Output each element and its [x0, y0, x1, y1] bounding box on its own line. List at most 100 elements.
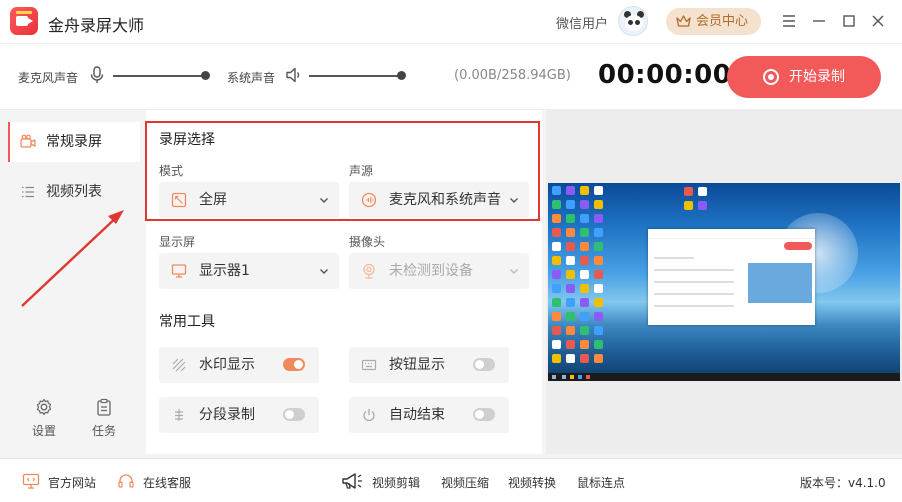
online-support-link[interactable]: 在线客服	[143, 474, 191, 491]
watermark-toggle-card[interactable]: 水印显示	[159, 347, 319, 383]
sidebar-item-label: 常规录屏	[46, 134, 102, 150]
desktop-shortcut-icon	[684, 187, 693, 196]
display-value: 显示器1	[199, 263, 250, 279]
recording-timer: 00:00:00	[598, 60, 732, 90]
system-volume-slider[interactable]	[309, 75, 401, 77]
desktop-shortcut-icon	[698, 201, 707, 210]
system-volume-knob[interactable]	[397, 71, 406, 80]
desktop-shortcut-icon	[594, 270, 603, 279]
auto-stop-toggle-card[interactable]: 自动结束	[349, 397, 509, 433]
desktop-shortcut-icon	[594, 284, 603, 293]
desktop-shortcut-icon	[594, 186, 603, 195]
common-tools-title: 常用工具	[159, 314, 215, 330]
segment-toggle-card[interactable]: 分段录制	[159, 397, 319, 433]
user-name[interactable]: 微信用户	[556, 13, 608, 32]
start-recording-button[interactable]: 开始录制	[727, 56, 881, 98]
close-icon[interactable]	[867, 10, 889, 32]
speaker-icon[interactable]	[285, 66, 301, 84]
settings-label: 设置	[31, 424, 56, 438]
desktop-shortcut-icon	[552, 214, 561, 223]
storage-info: (0.00B/258.94GB)	[454, 68, 571, 83]
desktop-shortcut-icon	[552, 312, 561, 321]
desktop-shortcut-icon	[594, 228, 603, 237]
official-website-link[interactable]: 官方网站	[48, 474, 96, 491]
watermark-toggle[interactable]	[283, 358, 305, 371]
version-label: 版本号：v4.1.0	[800, 476, 886, 490]
desktop-shortcut-icon	[566, 214, 575, 223]
segment-toggle[interactable]	[283, 408, 305, 421]
sidebar-item-video-list[interactable]: 视频列表	[8, 172, 140, 212]
desktop-shortcut-icon	[580, 200, 589, 209]
mic-volume-knob[interactable]	[201, 71, 210, 80]
minimize-icon[interactable]	[808, 10, 830, 32]
desktop-shortcut-icon	[580, 312, 589, 321]
vip-center-button[interactable]: 会员中心	[666, 8, 761, 35]
keyboard-icon	[361, 359, 377, 371]
audio-bar: 麦克风声音 系统声音 (0.00B/258.94GB) 00:00:00 开始录…	[0, 44, 902, 110]
auto-stop-toggle[interactable]	[473, 408, 495, 421]
auto-clicker-link[interactable]: 鼠标连点	[577, 474, 625, 491]
vip-center-label: 会员中心	[696, 14, 749, 29]
website-icon	[22, 473, 40, 489]
desktop-shortcut-icon	[594, 256, 603, 265]
desktop-shortcut-icon	[566, 256, 575, 265]
chevron-down-icon	[510, 269, 518, 274]
desktop-shortcut-icon	[566, 228, 575, 237]
keystroke-toggle-card[interactable]: 按钮显示	[349, 347, 509, 383]
settings-button[interactable]: 设置	[29, 398, 59, 439]
desktop-shortcut-icon	[552, 186, 561, 195]
mic-volume-slider[interactable]	[113, 75, 205, 77]
start-recording-label: 开始录制	[789, 69, 845, 85]
video-compress-link[interactable]: 视频压缩	[441, 474, 489, 491]
list-icon	[22, 186, 34, 198]
mic-volume-label: 麦克风声音	[18, 71, 79, 85]
video-convert-link[interactable]: 视频转换	[508, 474, 556, 491]
app-logo-icon	[10, 7, 38, 35]
desktop-shortcut-icon	[580, 298, 589, 307]
desktop-shortcut-icon	[580, 256, 589, 265]
camera-value: 未检测到设备	[389, 263, 473, 279]
desktop-shortcut-icon	[552, 256, 561, 265]
desktop-shortcut-icon	[580, 340, 589, 349]
display-select[interactable]: 显示器1	[159, 253, 339, 289]
maximize-icon[interactable]	[838, 10, 860, 32]
desktop-shortcut-icon	[552, 242, 561, 251]
sidebar-item-regular-recording[interactable]: 常规录屏	[8, 122, 140, 162]
megaphone-icon	[342, 473, 362, 489]
microphone-icon[interactable]	[89, 66, 105, 84]
desktop-shortcut-icon	[566, 340, 575, 349]
desktop-shortcut-icon	[580, 326, 589, 335]
watermark-label: 水印显示	[199, 357, 255, 373]
gear-icon	[36, 398, 52, 416]
active-indicator	[8, 122, 10, 162]
desktop-shortcut-icon	[552, 284, 561, 293]
footer-bar: 官方网站 在线客服 视频剪辑 视频压缩 视频转换 鼠标连点 版本号：v4.1.0	[0, 458, 902, 502]
app-title: 金舟录屏大师	[48, 16, 145, 35]
title-bar: 金舟录屏大师 微信用户 会员中心	[0, 0, 902, 44]
tasks-button[interactable]: 任务	[89, 398, 119, 439]
taskbar-preview	[548, 373, 900, 381]
desktop-shortcut-icon	[698, 187, 707, 196]
keystroke-toggle[interactable]	[473, 358, 495, 371]
segment-label: 分段录制	[199, 407, 255, 423]
system-volume-label: 系统声音	[227, 71, 276, 85]
desktop-shortcut-icon	[566, 186, 575, 195]
webcam-icon	[363, 263, 375, 279]
desktop-shortcut-icon	[594, 242, 603, 251]
camera-select: 未检测到设备	[349, 253, 529, 289]
video-edit-link[interactable]: 视频剪辑	[372, 474, 420, 491]
desktop-shortcut-icon	[566, 200, 575, 209]
headset-icon	[118, 474, 134, 488]
video-camera-icon	[20, 134, 36, 148]
menu-icon[interactable]	[778, 10, 800, 32]
sidebar: 常规录屏 视频列表	[0, 110, 146, 458]
desktop-shortcut-icon	[594, 298, 603, 307]
desktop-shortcut-icon	[566, 326, 575, 335]
desktop-shortcut-icon	[552, 200, 561, 209]
avatar[interactable]	[618, 6, 648, 36]
desktop-shortcut-icon	[566, 354, 575, 363]
preview-app-window	[648, 229, 815, 325]
desktop-shortcut-icon	[552, 298, 561, 307]
display-label: 显示屏	[159, 235, 196, 249]
desktop-shortcut-icon	[580, 270, 589, 279]
